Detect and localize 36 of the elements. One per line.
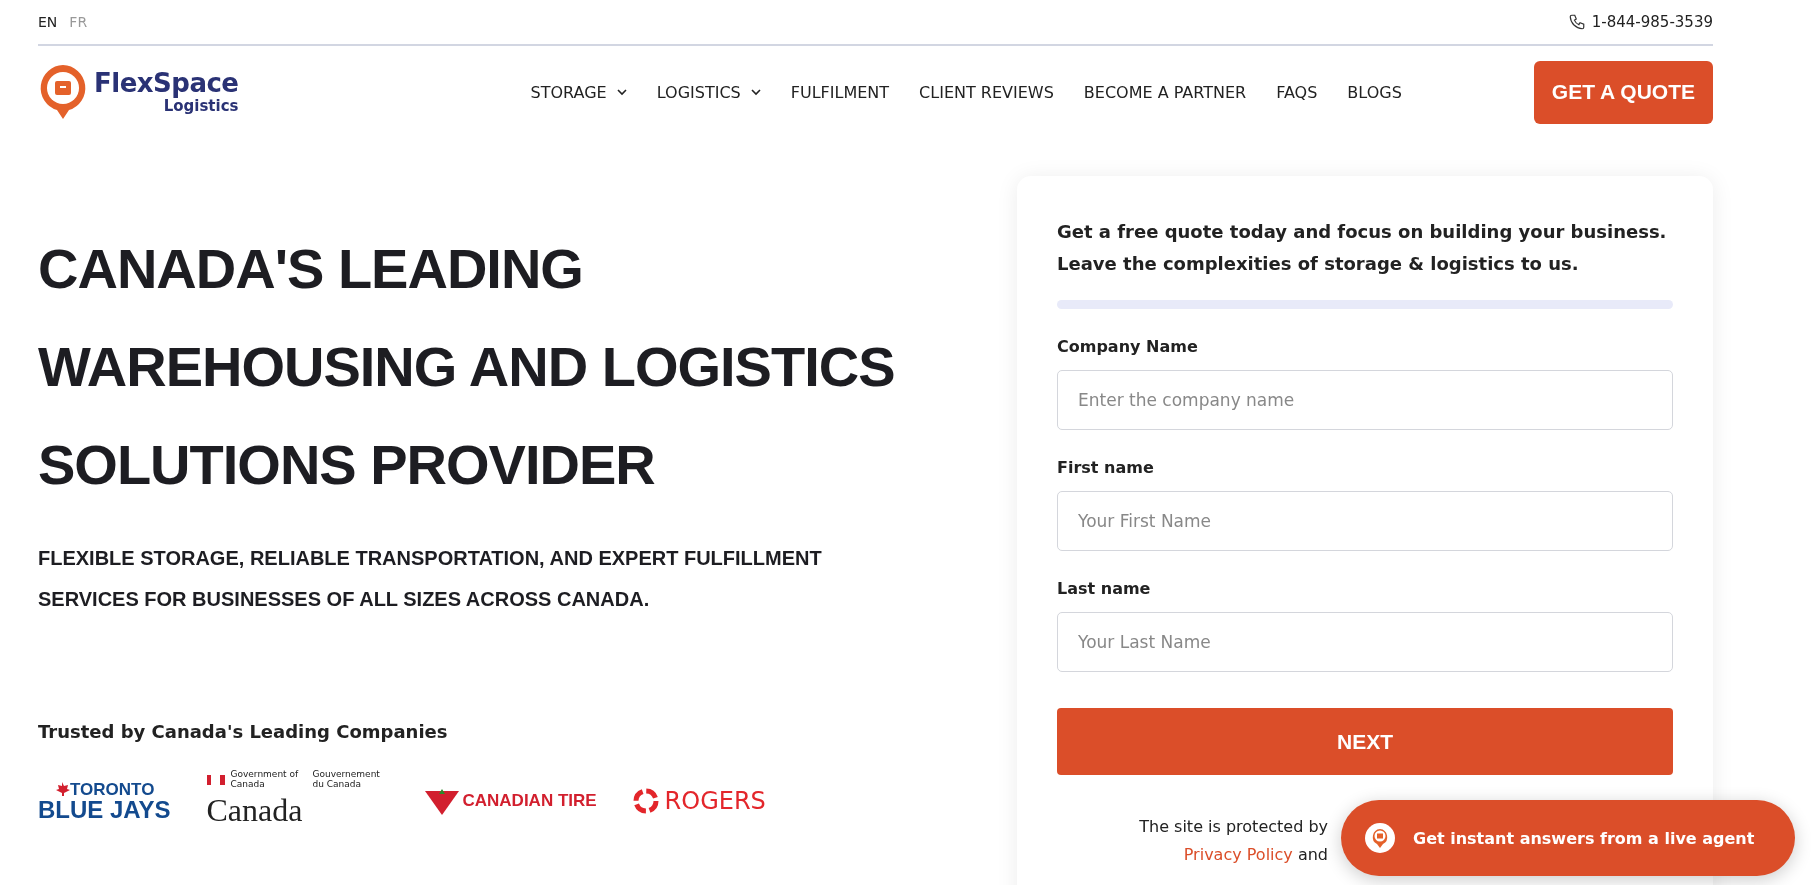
rogers-logo: ROGERS [632, 787, 766, 816]
government-of-canada-logo: Government of Canada Gouvernement du Canada Canada [206, 770, 381, 830]
input-field[interactable]: Enter the company name [1057, 370, 1673, 430]
baseball-team-logo: TORONTO BLUE JAYS [38, 780, 171, 822]
canadian-tire-logo: CANADIAN TIRE [424, 787, 597, 816]
trusted-heading: Trusted by Canada's Leading Companies [38, 721, 449, 743]
nav-link[interactable]: STORAGE [530, 82, 627, 102]
language-link[interactable]: EN [38, 14, 58, 30]
caret-icon [616, 88, 627, 96]
nav-link[interactable]: FULFILMENT [790, 82, 890, 102]
input-field[interactable]: Your First Name [1057, 491, 1673, 551]
nav-link[interactable]: LOGISTICS [656, 82, 761, 102]
recaptcha-notice: The site is protected by [1138, 817, 1329, 837]
form-intro: Get a free quote today and focus on building your business. Leave the complexities of storage & logistics to us. [1057, 220, 1668, 276]
field-label: Last name [1057, 579, 1152, 598]
field-label: First name [1057, 458, 1155, 477]
logo-name: FlexSpace [94, 70, 239, 96]
next-button[interactable]: NEXT [1057, 708, 1673, 775]
nav-link[interactable]: BLOGS [1347, 82, 1402, 102]
logo-subtitle: Logistics [163, 99, 239, 114]
hero-title: CANADA'S LEADING WAREHOUSING AND LOGISTICS SOLUTIONS PROVIDER [38, 236, 896, 498]
nav-link[interactable]: CLIENT REVIEWS [919, 82, 1054, 102]
nav-link[interactable]: BECOME A PARTNER [1083, 82, 1247, 102]
field-label: Company Name [1057, 337, 1199, 356]
caret-icon [750, 88, 761, 96]
phone-number[interactable]: 1-844-985-3539 [1591, 13, 1713, 31]
nav-link[interactable]: FAQS [1276, 82, 1318, 102]
privacy-policy-link[interactable]: Privacy Policy [1183, 845, 1293, 864]
phone-icon [1567, 13, 1586, 31]
input-field[interactable]: Your Last Name [1057, 612, 1673, 672]
get-quote-button[interactable]: GET A QUOTE [1533, 60, 1713, 124]
hero-subtitle: FLEXIBLE STORAGE, RELIABLE TRANSPORTATION, AND EXPERT FULFILLMENT SERVICES FOR BUSINESSES OF ALL SIZES ACROSS CANADA. [38, 546, 823, 612]
logo-pin-icon [38, 63, 88, 121]
live-chat-button[interactable]: Get instant answers from a live agent [1341, 800, 1795, 876]
notice-text: and [1297, 845, 1328, 864]
chat-pin-icon [1365, 823, 1395, 853]
